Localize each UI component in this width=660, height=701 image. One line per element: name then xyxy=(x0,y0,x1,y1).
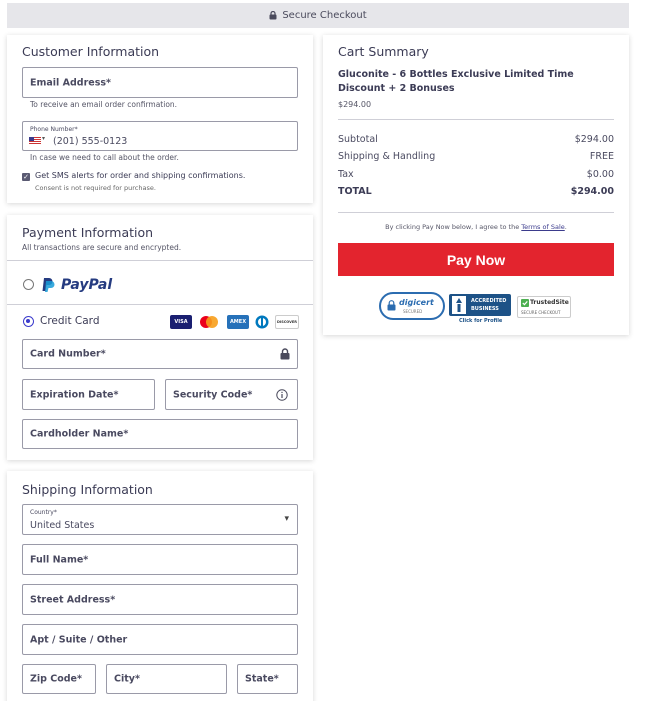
divider xyxy=(7,304,313,305)
state-field[interactable]: State* xyxy=(237,664,298,694)
apt-suite-label: Apt / Suite / Other xyxy=(30,634,128,645)
visa-icon: VISA xyxy=(170,315,192,329)
sms-label: Get SMS alerts for order and shipping co… xyxy=(35,171,246,180)
tax-label: Tax xyxy=(338,169,354,180)
subtotal-label: Subtotal xyxy=(338,134,378,145)
trustedsite-badge[interactable]: TrustedSite SECURE CHECKOUT xyxy=(517,296,571,318)
digicert-sub: SECURED xyxy=(403,309,423,314)
terms-text: By clicking Pay Now below, I agree to th… xyxy=(338,223,614,231)
lock-icon xyxy=(387,300,396,311)
paypal-logo-icon[interactable] xyxy=(41,277,55,293)
email-field[interactable]: Email Address* xyxy=(22,67,298,98)
sms-sub: Consent is not required for purchase. xyxy=(35,184,156,192)
info-icon[interactable] xyxy=(276,389,288,401)
cardholder-name-field[interactable]: Cardholder Name* xyxy=(22,419,298,449)
cart-summary-card: Cart Summary Gluconite - 6 Bottles Exclu… xyxy=(323,35,629,335)
phone-field[interactable]: Phone Number* ▾ (201) 555-0123 xyxy=(22,121,298,151)
cart-summary-title: Cart Summary xyxy=(338,44,429,59)
country-value: United States xyxy=(30,520,95,531)
pay-now-button[interactable]: Pay Now xyxy=(338,243,614,276)
terms-of-sale-link[interactable]: Terms of Sale xyxy=(521,223,564,231)
secure-checkout-label: Secure Checkout xyxy=(282,10,367,21)
country-label: Country* xyxy=(30,509,57,516)
trustedsite-text: TrustedSite xyxy=(530,299,569,306)
phone-label: Phone Number* xyxy=(30,126,78,133)
paypal-text: PayPal xyxy=(61,277,113,293)
product-price: $294.00 xyxy=(338,100,372,109)
bbb-sub: Click for Profile xyxy=(459,318,503,324)
mastercard-icon xyxy=(200,316,218,328)
bbb-line1: ACCREDITED xyxy=(471,298,507,304)
total-row: TOTAL $294.00 xyxy=(338,186,614,197)
lock-icon xyxy=(280,348,290,360)
sms-checkbox[interactable]: ✓ xyxy=(22,173,30,181)
subtotal-value: $294.00 xyxy=(574,134,614,145)
digicert-badge[interactable]: digicert SECURED xyxy=(379,292,445,320)
shipping-row: Shipping & Handling FREE xyxy=(338,151,614,162)
shipping-label: Shipping & Handling xyxy=(338,151,436,162)
email-hint: To receive an email order confirmation. xyxy=(30,100,178,109)
card-number-label: Card Number* xyxy=(30,348,106,360)
bbb-panel: ACCREDITED BUSINESS xyxy=(449,294,511,316)
tax-value: $0.00 xyxy=(586,169,614,180)
city-label: City* xyxy=(114,673,140,685)
trustedsite-sub: SECURE CHECKOUT xyxy=(521,310,561,315)
chevron-down-icon[interactable]: ▾ xyxy=(284,514,289,524)
product-name: Gluconite - 6 Bottles Exclusive Limited … xyxy=(338,69,574,94)
apt-suite-field[interactable]: Apt / Suite / Other xyxy=(22,624,298,655)
lock-icon xyxy=(269,11,277,20)
payment-subtitle: All transactions are secure and encrypte… xyxy=(22,243,182,252)
zip-code-field[interactable]: Zip Code* xyxy=(22,664,96,694)
bbb-badge[interactable]: ACCREDITED BUSINESS Click for Profile xyxy=(449,294,511,326)
chevron-down-icon[interactable]: ▾ xyxy=(42,135,45,142)
security-code-label: Security Code* xyxy=(173,389,253,400)
total-value: $294.00 xyxy=(570,186,614,197)
city-field[interactable]: City* xyxy=(106,664,227,694)
us-flag-icon[interactable] xyxy=(29,137,41,145)
tax-row: Tax $0.00 xyxy=(338,169,614,180)
zip-code-label: Zip Code* xyxy=(30,673,82,685)
shipping-value: FREE xyxy=(589,151,614,162)
cardholder-name-label: Cardholder Name* xyxy=(30,428,129,440)
credit-card-label[interactable]: Credit Card xyxy=(40,315,99,327)
total-label: TOTAL xyxy=(338,186,372,197)
terms-suffix: . xyxy=(564,223,567,231)
phone-placeholder: (201) 555-0123 xyxy=(53,136,128,147)
security-code-field[interactable]: Security Code* xyxy=(165,379,298,410)
customer-info-card: Customer Information Email Address* To r… xyxy=(7,35,313,203)
divider xyxy=(338,212,614,213)
discover-icon: DISCOVER xyxy=(275,315,299,329)
check-icon xyxy=(521,299,529,307)
expiration-date-label: Expiration Date* xyxy=(30,389,119,400)
bbb-line2: BUSINESS xyxy=(471,306,499,312)
secure-checkout-bar: Secure Checkout xyxy=(7,3,629,28)
shipping-info-title: Shipping Information xyxy=(22,482,153,497)
card-number-field[interactable]: Card Number* xyxy=(22,339,298,369)
diners-icon xyxy=(255,315,269,329)
email-label: Email Address* xyxy=(30,77,111,88)
paypal-radio[interactable] xyxy=(23,279,34,290)
amex-icon: AMEX xyxy=(227,315,249,329)
shipping-info-card: Shipping Information Country* United Sta… xyxy=(7,471,313,701)
state-label: State* xyxy=(245,673,279,685)
street-address-label: Street Address* xyxy=(30,594,116,605)
credit-card-radio[interactable] xyxy=(23,316,34,327)
country-select[interactable]: Country* United States ▾ xyxy=(22,504,298,535)
street-address-field[interactable]: Street Address* xyxy=(22,584,298,615)
divider xyxy=(7,260,313,261)
divider xyxy=(338,119,614,120)
phone-hint: In case we need to call about the order. xyxy=(30,153,179,162)
expiration-date-field[interactable]: Expiration Date* xyxy=(22,379,155,410)
payment-info-title: Payment Information xyxy=(22,225,154,240)
bbb-torch-icon xyxy=(452,296,466,314)
paypal-label[interactable]: PayPal xyxy=(61,277,112,293)
customer-info-title: Customer Information xyxy=(22,44,160,59)
digicert-text: digicert xyxy=(399,298,434,307)
full-name-field[interactable]: Full Name* xyxy=(22,544,298,575)
terms-prefix: By clicking Pay Now below, I agree to th… xyxy=(385,223,520,231)
payment-info-card: Payment Information All transactions are… xyxy=(7,215,313,460)
full-name-label: Full Name* xyxy=(30,554,89,565)
subtotal-row: Subtotal $294.00 xyxy=(338,134,614,145)
